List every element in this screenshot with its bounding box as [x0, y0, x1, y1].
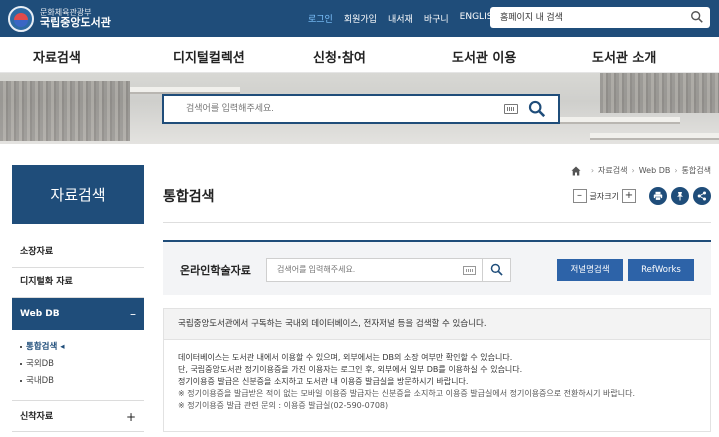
info-body: 데이터베이스는 도서관 내에서 이용할 수 있으며, 외부에서는 DB의 소장 …	[163, 340, 711, 432]
online-search-button[interactable]	[482, 259, 510, 281]
reading-desk-image	[590, 133, 719, 140]
divider	[163, 222, 711, 223]
journal-search-button[interactable]: 저널명검색	[557, 259, 623, 281]
main-navigation: 자료검색 디지털컬렉션 신청·참여 도서관 이용 도서관 소개	[0, 37, 719, 73]
keyboard-icon[interactable]	[463, 266, 476, 275]
utility-links: 로그인 회원가입 내서재 바구니 ENGLISH	[308, 12, 510, 25]
breadcrumb: › 자료검색 › Web DB › 통합검색	[571, 165, 711, 176]
font-size-label: 글자크기	[589, 191, 619, 201]
sidebar-subitem-domestic-db[interactable]: 국내DB	[20, 374, 54, 386]
main-search-input[interactable]	[186, 103, 506, 113]
signup-link[interactable]: 회원가입	[344, 12, 377, 25]
reading-desk-image	[130, 87, 240, 94]
info-note: ※ 정기이용증을 발급받은 적이 없는 모바일 이용증 발급자는 신분증을 소지…	[178, 389, 636, 398]
info-headline: 국립중앙도서관에서 구독하는 국내외 데이터베이스, 전자저널 등을 검색할 수…	[163, 308, 711, 340]
chevron-right-icon: ›	[631, 166, 635, 175]
online-search-box	[266, 258, 511, 282]
my-library-link[interactable]: 내서재	[388, 12, 413, 25]
search-icon[interactable]	[690, 10, 704, 24]
bullet-icon	[20, 345, 22, 348]
sidebar-item-label: Web DB	[20, 309, 60, 319]
sidebar-item-label: 디지털화 자료	[20, 277, 73, 287]
gnb-item-about[interactable]: 도서관 소개	[592, 47, 656, 66]
sidebar-item-new-arrivals[interactable]: 신착자료 +	[12, 400, 144, 432]
home-icon[interactable]	[571, 166, 581, 176]
pin-icon	[677, 192, 683, 201]
top-bar: 문화체육관광부 국립중앙도서관 로그인 회원가입 내서재 바구니 ENGLISH	[0, 0, 719, 37]
sidebar-subitem-foreign-db[interactable]: 국외DB	[20, 357, 54, 369]
bullet-icon	[20, 379, 22, 382]
site-search-box	[490, 7, 710, 28]
gnb-item-library-use[interactable]: 도서관 이용	[452, 47, 516, 66]
online-resources-label: 온라인학술자료	[180, 264, 251, 277]
print-button[interactable]	[649, 187, 667, 205]
search-icon	[490, 263, 503, 276]
ministry-name: 문화체육관광부	[40, 8, 92, 18]
collapse-icon[interactable]: –	[130, 298, 136, 330]
page-title: 통합검색	[163, 189, 215, 205]
basket-link[interactable]: 바구니	[424, 12, 449, 25]
hero-banner	[0, 73, 719, 144]
refworks-button[interactable]: RefWorks	[628, 259, 694, 281]
page-tools: – 글자크기 +	[570, 187, 711, 205]
main-search-box	[162, 94, 560, 124]
breadcrumb-item[interactable]: 자료검색	[598, 165, 627, 176]
sidebar-item-digitized[interactable]: 디지털화 자료	[12, 266, 144, 298]
search-icon[interactable]	[528, 100, 546, 118]
font-decrease-button[interactable]: –	[572, 189, 587, 203]
sidebar-item-web-db[interactable]: Web DB –	[12, 298, 144, 330]
chevron-right-icon: ›	[674, 166, 678, 175]
printer-icon	[653, 191, 663, 201]
sidebar-item-label: 소장자료	[20, 247, 54, 257]
info-line: 정기이용증 발급은 신분증을 소지하고 도서관 내 이용증 발급실을 방문하시기…	[178, 377, 469, 386]
bookmark-button[interactable]	[671, 187, 689, 205]
sidebar-item-holdings[interactable]: 소장자료	[12, 236, 144, 268]
site-logo[interactable]: 문화체육관광부 국립중앙도서관	[8, 6, 111, 32]
sidebar-item-label: 신착자료	[20, 412, 54, 422]
site-search-input[interactable]	[500, 11, 680, 21]
gnb-item-digital-collection[interactable]: 디지털컬렉션	[173, 47, 245, 66]
government-emblem-icon	[8, 6, 34, 32]
site-name: 국립중앙도서관	[40, 16, 111, 30]
gnb-item-search[interactable]: 자료검색	[33, 47, 81, 66]
sidebar-subitem-integrated-search[interactable]: 통합검색 ◂	[20, 340, 65, 352]
online-search-input[interactable]	[277, 265, 457, 274]
share-button[interactable]	[693, 187, 711, 205]
share-icon	[697, 191, 706, 201]
info-line: 데이터베이스는 도서관 내에서 이용할 수 있으며, 외부에서는 DB의 소장 …	[178, 353, 513, 362]
login-link[interactable]: 로그인	[308, 12, 333, 25]
reading-desk-image	[560, 117, 680, 124]
library-shelf-image	[0, 81, 130, 141]
expand-icon[interactable]: +	[126, 401, 136, 433]
font-increase-button[interactable]: +	[622, 189, 636, 203]
breadcrumb-item[interactable]: Web DB	[639, 166, 671, 175]
info-note: ※ 정기이용증 발급 관련 문의 : 이용증 발급실(02-590-0708)	[178, 401, 389, 410]
chevron-right-icon: ›	[590, 166, 595, 175]
gnb-item-apply[interactable]: 신청·참여	[313, 47, 366, 66]
info-line: 단, 국립중앙도서관 정기이용증을 가진 이용자는 로그인 후, 외부에서 일부…	[178, 365, 523, 374]
sidebar-title: 자료검색	[12, 165, 144, 224]
online-resources-search-panel: 온라인학술자료 저널명검색 RefWorks	[163, 240, 711, 295]
breadcrumb-current: 통합검색	[681, 166, 711, 175]
bullet-icon	[20, 362, 22, 365]
keyboard-icon[interactable]	[504, 104, 518, 114]
library-shelf-image	[600, 73, 719, 113]
